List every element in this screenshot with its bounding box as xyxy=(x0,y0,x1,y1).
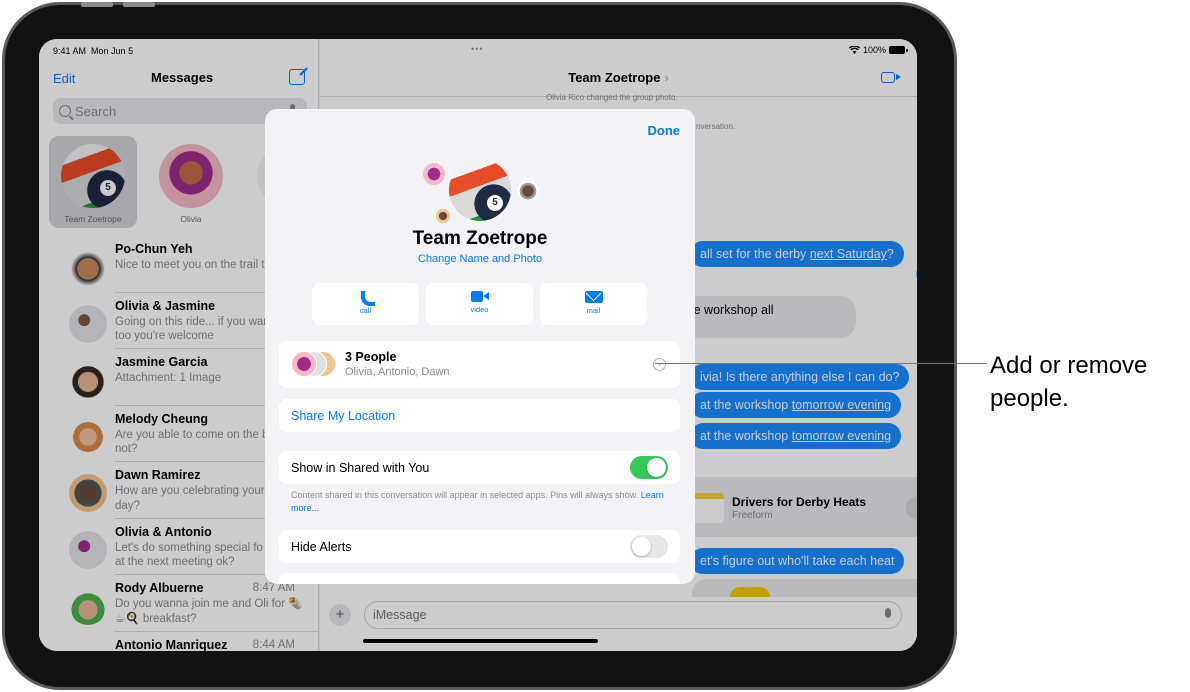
member-avatar-olivia xyxy=(291,351,317,377)
shared-footnote: Content shared in this conversation will… xyxy=(291,490,664,513)
chevron-right-circle-icon[interactable]: › xyxy=(653,358,666,371)
callout-line2: people. xyxy=(990,385,1069,412)
people-count: 3 People xyxy=(345,350,397,364)
people-names: Olivia, Antonio, Dawn xyxy=(345,366,450,378)
callout-line1: Add or remove xyxy=(990,352,1148,379)
show-in-shared-row: Show in Shared with You xyxy=(279,451,680,484)
status-right: 100% xyxy=(848,45,908,55)
action-label: video xyxy=(470,305,489,314)
callout-text: Add or remove people. xyxy=(990,349,1147,415)
member-avatar-olivia xyxy=(423,163,445,185)
volume-button xyxy=(81,2,113,7)
contact-actions: call video mail xyxy=(312,283,647,325)
hide-alerts-toggle[interactable] xyxy=(630,535,668,558)
stage: 9:41 AM Mon Jun 5 ••• 100% Edit Messages… xyxy=(0,0,1190,692)
hide-alerts-row: Hide Alerts xyxy=(279,530,680,563)
hide-alerts-label: Hide Alerts xyxy=(291,540,352,554)
action-label: mail xyxy=(586,306,601,315)
phone-icon xyxy=(360,291,375,306)
video-button[interactable]: video xyxy=(426,283,533,325)
mail-icon xyxy=(584,291,603,303)
toggle-knob xyxy=(632,537,651,556)
battery-percent: 100% xyxy=(862,45,886,55)
done-button[interactable]: Done xyxy=(648,123,681,138)
callout-line xyxy=(655,363,987,364)
battery-icon xyxy=(889,46,908,54)
next-row-partial xyxy=(279,573,680,584)
ipad-screen: 9:41 AM Mon Jun 5 ••• 100% Edit Messages… xyxy=(39,39,917,651)
toggle-knob xyxy=(647,458,666,477)
volume-button xyxy=(123,2,155,7)
action-label: call xyxy=(359,306,372,315)
mail-button[interactable]: mail xyxy=(540,283,647,325)
show-in-shared-label: Show in Shared with You xyxy=(291,461,430,475)
multitasking-dots[interactable]: ••• xyxy=(471,44,483,54)
video-icon xyxy=(470,291,489,302)
member-avatar-antonio xyxy=(517,179,539,201)
status-time: 9:41 AM Mon Jun 5 xyxy=(53,46,134,56)
show-in-shared-toggle[interactable] xyxy=(630,456,668,479)
people-row[interactable]: 3 People Olivia, Antonio, Dawn › xyxy=(279,341,680,388)
group-photo[interactable]: 5 xyxy=(449,159,511,221)
group-details-sheet: Done 5 Team Zoetrope Change Name and Pho… xyxy=(265,109,695,584)
share-location-label: Share My Location xyxy=(291,409,396,423)
group-name: Team Zoetrope xyxy=(412,228,548,249)
change-name-and-photo-link[interactable]: Change Name and Photo xyxy=(265,253,695,265)
member-avatar-dawn xyxy=(436,209,450,223)
share-location-row[interactable]: Share My Location xyxy=(279,399,680,432)
call-button[interactable]: call xyxy=(312,283,419,325)
status-bar: 9:41 AM Mon Jun 5 ••• 100% xyxy=(39,39,917,61)
wifi-icon xyxy=(848,46,860,54)
